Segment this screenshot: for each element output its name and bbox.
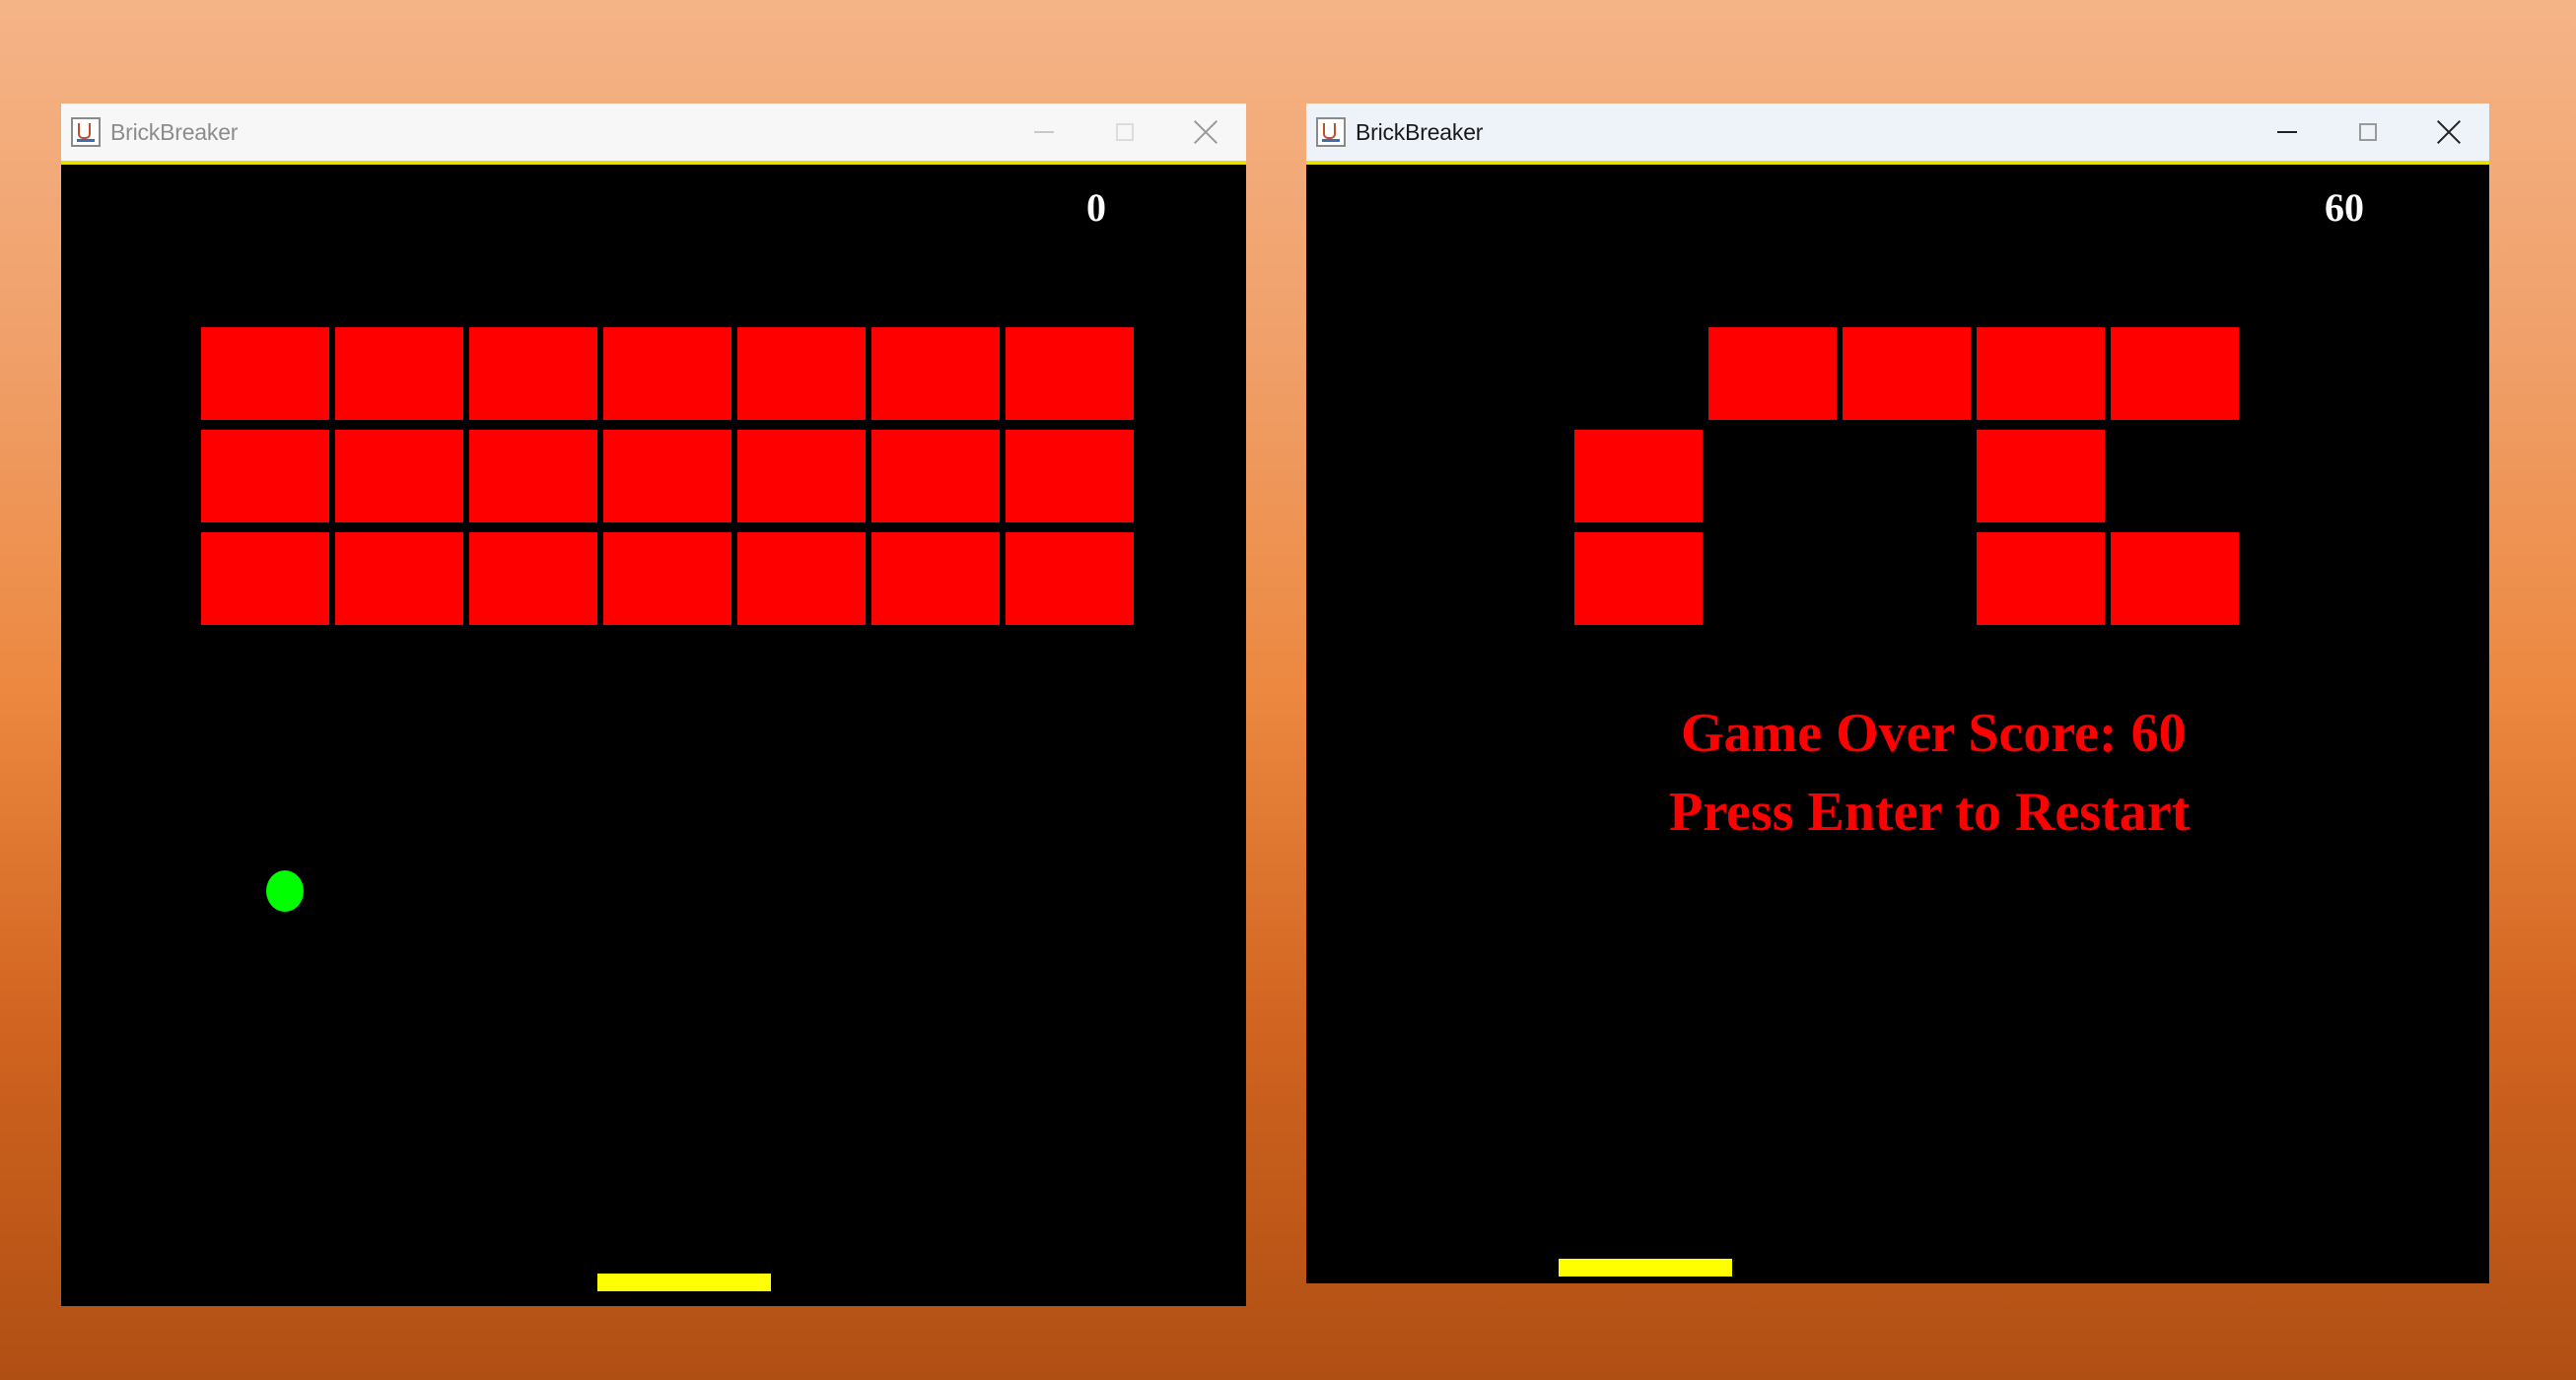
maximize-icon — [1116, 123, 1134, 141]
brick — [1977, 327, 2105, 420]
minimize-icon — [2277, 131, 2297, 133]
game-over-message: Game Over Score: 60 — [1681, 703, 2187, 764]
maximize-button[interactable] — [2328, 104, 2408, 161]
brick — [1977, 430, 2105, 522]
paddle[interactable] — [597, 1274, 771, 1291]
game-panel[interactable]: 0 — [61, 165, 1246, 1306]
game-panel[interactable]: 60 Game Over Score: 60 Press Enter to Re… — [1306, 165, 2489, 1283]
brick — [1006, 532, 1134, 625]
java-app-icon — [71, 117, 101, 147]
close-button[interactable] — [2408, 104, 2489, 161]
brick — [335, 430, 463, 522]
brick — [871, 327, 1000, 420]
ball — [266, 870, 304, 912]
brick — [1977, 532, 2105, 625]
window-controls — [1004, 104, 1246, 161]
close-button[interactable] — [1165, 104, 1246, 161]
brick — [603, 430, 731, 522]
minimize-icon — [1034, 131, 1054, 133]
brick — [1006, 430, 1134, 522]
brick — [335, 327, 463, 420]
brick — [737, 430, 866, 522]
brickbreaker-window-left: BrickBreaker 0 — [61, 104, 1246, 1306]
window-title: BrickBreaker — [110, 118, 239, 145]
title-bar[interactable]: BrickBreaker — [61, 104, 1246, 165]
score-display: 60 — [2325, 185, 2364, 230]
brick — [201, 532, 329, 625]
brickbreaker-window-right: BrickBreaker 60 Game Over Score: 60 Pres… — [1306, 104, 2489, 1283]
maximize-button[interactable] — [1084, 104, 1165, 161]
title-bar[interactable]: BrickBreaker — [1306, 104, 2489, 165]
score-display: 0 — [1086, 185, 1106, 230]
close-icon — [2437, 120, 2461, 144]
brick — [1708, 327, 1837, 420]
brick — [1574, 430, 1703, 522]
brick — [335, 532, 463, 625]
brick — [737, 532, 866, 625]
brick — [1006, 327, 1134, 420]
brick — [603, 532, 731, 625]
brick — [1574, 532, 1703, 625]
brick — [2111, 327, 2239, 420]
brick — [469, 430, 597, 522]
brick — [871, 532, 1000, 625]
brick — [469, 532, 597, 625]
brick — [603, 327, 731, 420]
java-app-icon — [1316, 117, 1346, 147]
close-icon — [1194, 120, 1218, 144]
window-controls — [2247, 104, 2489, 161]
paddle[interactable] — [1559, 1259, 1732, 1276]
window-title: BrickBreaker — [1356, 118, 1484, 145]
brick — [737, 327, 866, 420]
minimize-button[interactable] — [2247, 104, 2328, 161]
brick — [871, 430, 1000, 522]
brick — [201, 430, 329, 522]
brick — [469, 327, 597, 420]
brick — [1843, 327, 1971, 420]
restart-prompt: Press Enter to Restart — [1669, 782, 2191, 843]
minimize-button[interactable] — [1004, 104, 1084, 161]
maximize-icon — [2359, 123, 2377, 141]
brick — [2111, 532, 2239, 625]
brick — [201, 327, 329, 420]
